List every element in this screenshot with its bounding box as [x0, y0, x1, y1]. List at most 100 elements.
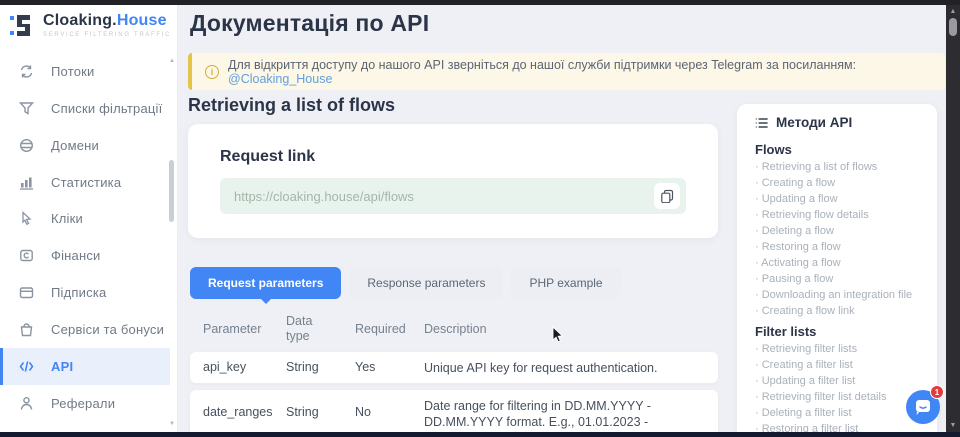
sidebar-item-label: Потоки	[51, 64, 94, 79]
sidebar-scroll-down-arrow[interactable]: ▼	[167, 421, 177, 427]
chat-notification-badge: 1	[930, 385, 944, 399]
cell-parameter: api_key	[203, 360, 246, 374]
cursor-click-icon	[19, 211, 34, 226]
method-link[interactable]: Retrieving flow details	[755, 209, 869, 221]
method-link[interactable]: Retrieving filter list details	[755, 391, 886, 403]
sidebar-item-finance[interactable]: Фінанси	[0, 237, 170, 274]
scroll-down-arrow[interactable]: ▼	[946, 422, 960, 429]
sidebar-item-clicks[interactable]: Кліки	[0, 200, 170, 237]
sidebar-item-label: Реферали	[51, 396, 115, 411]
group-title-filter-lists: Filter lists	[755, 324, 816, 339]
api-methods-header: Методи API	[755, 115, 852, 130]
cell-required: Yes	[355, 360, 375, 374]
cell-data-type: String	[286, 405, 319, 419]
sidebar-item-label: Списки фільтрації	[51, 101, 162, 116]
api-methods-panel: Методи API Flows Retrieving a list of fl…	[737, 104, 937, 432]
method-link[interactable]: Restoring a flow	[755, 241, 841, 253]
tab-php-example[interactable]: PHP example	[511, 267, 620, 299]
sidebar-scroll-up-arrow[interactable]: ▲	[167, 58, 177, 64]
sidebar-item-referrals[interactable]: Реферали	[0, 385, 170, 422]
sidebar-item-label: Сервіси та бонуси	[51, 322, 164, 337]
sidebar-item-api[interactable]: API	[0, 348, 170, 385]
credit-card-icon	[19, 285, 34, 300]
cell-required: No	[355, 405, 371, 419]
brand-dark: Cloaking.	[43, 12, 117, 29]
method-link[interactable]: Deleting a filter list	[755, 407, 852, 419]
finance-card-icon	[19, 248, 34, 263]
request-link-card: Request link https://cloaking.house/api/…	[188, 124, 718, 238]
window-bottom-frame	[0, 432, 960, 437]
person-icon	[19, 396, 34, 411]
sidebar: Cloaking.House SERVICE FILTERING TRAFFIC…	[0, 5, 178, 432]
method-link[interactable]: Updating a flow	[755, 193, 838, 205]
cell-parameter: date_ranges	[203, 405, 273, 419]
sidebar-item-label: API	[51, 359, 73, 374]
method-link[interactable]: Updating a filter list	[755, 375, 855, 387]
sidebar-item-label: Статистика	[51, 175, 121, 190]
method-link[interactable]: Creating a flow link	[755, 305, 855, 317]
method-link[interactable]: Retrieving filter lists	[755, 343, 857, 355]
scrollbar-thumb[interactable]	[949, 18, 957, 36]
doc-tabs: Request parameters Response parameters P…	[190, 267, 621, 299]
method-link[interactable]: Pausing a flow	[755, 273, 833, 285]
method-link[interactable]: Retrieving a list of flows	[755, 161, 877, 173]
request-url-field[interactable]: https://cloaking.house/api/flows	[220, 178, 686, 214]
sidebar-item-label: Фінанси	[51, 248, 101, 263]
logo-text: Cloaking.House SERVICE FILTERING TRAFFIC	[43, 12, 171, 38]
sidebar-item-subscription[interactable]: Підписка	[0, 274, 170, 311]
info-circle-icon: i	[205, 65, 219, 79]
cell-description: Unique API key for request authenticatio…	[424, 360, 712, 376]
window-scrollbar[interactable]: ▲ ▼	[946, 5, 960, 432]
code-icon	[19, 359, 34, 374]
sidebar-item-label: Домени	[51, 138, 99, 153]
group-title-flows: Flows	[755, 142, 792, 157]
column-header-description: Description	[424, 322, 487, 336]
filter-funnel-icon	[19, 101, 34, 116]
gift-icon	[19, 322, 34, 337]
column-header-data-type: Data type	[286, 314, 324, 344]
logo-tagline: SERVICE FILTERING TRAFFIC	[43, 32, 171, 38]
copy-url-button[interactable]	[654, 183, 680, 209]
globe-icon	[19, 138, 34, 153]
logo[interactable]: Cloaking.House SERVICE FILTERING TRAFFIC	[10, 12, 171, 42]
sidebar-item-domains[interactable]: Домени	[0, 127, 170, 164]
method-link[interactable]: Creating a filter list	[755, 359, 853, 371]
table-row: date_ranges String No Date range for fil…	[190, 390, 718, 437]
sidebar-item-filter-lists[interactable]: Списки фільтрації	[0, 90, 170, 127]
scroll-up-arrow[interactable]: ▲	[946, 8, 960, 15]
mouse-cursor	[552, 326, 564, 344]
sidebar-item-label: Кліки	[51, 211, 83, 226]
info-banner: i Для відкриття доступу до нашого API зв…	[188, 53, 945, 90]
sidebar-item-label: Підписка	[51, 285, 106, 300]
sidebar-item-flows[interactable]: Потоки	[0, 53, 170, 90]
sidebar-item-services-bonuses[interactable]: Сервіси та бонуси	[0, 311, 170, 348]
method-link[interactable]: Activating a flow	[755, 257, 841, 269]
cell-data-type: String	[286, 360, 319, 374]
cloaking-house-logo-icon	[10, 12, 36, 42]
column-header-required: Required	[355, 322, 406, 336]
method-link[interactable]: Creating a flow	[755, 177, 835, 189]
sync-arrows-icon	[19, 64, 34, 79]
bar-chart-icon	[19, 175, 34, 190]
method-link[interactable]: Restoring a filter list	[755, 423, 858, 432]
sidebar-scrollbar-thumb[interactable]	[169, 160, 174, 222]
telegram-link[interactable]: @Cloaking_House	[228, 72, 332, 86]
chat-bubble-icon	[913, 397, 933, 417]
tab-response-parameters[interactable]: Response parameters	[349, 267, 503, 299]
api-methods-title: Методи API	[776, 115, 852, 130]
brand-accent: House	[117, 12, 167, 29]
request-link-title: Request link	[220, 148, 315, 166]
request-url-value: https://cloaking.house/api/flows	[234, 189, 414, 204]
window-top-frame	[0, 0, 960, 5]
page-title: Документація по API	[190, 10, 429, 37]
sidebar-item-statistics[interactable]: Статистика	[0, 164, 170, 201]
banner-text: Для відкриття доступу до нашого API звер…	[228, 58, 856, 72]
copy-icon	[660, 189, 674, 203]
table-row: api_key String Yes Unique API key for re…	[190, 352, 718, 383]
tab-request-parameters[interactable]: Request parameters	[190, 267, 341, 299]
method-link[interactable]: Downloading an integration file	[755, 289, 912, 301]
list-icon	[755, 117, 768, 129]
column-header-parameter: Parameter	[203, 322, 261, 336]
method-link[interactable]: Deleting a flow	[755, 225, 834, 237]
section-title: Retrieving a list of flows	[188, 95, 395, 116]
